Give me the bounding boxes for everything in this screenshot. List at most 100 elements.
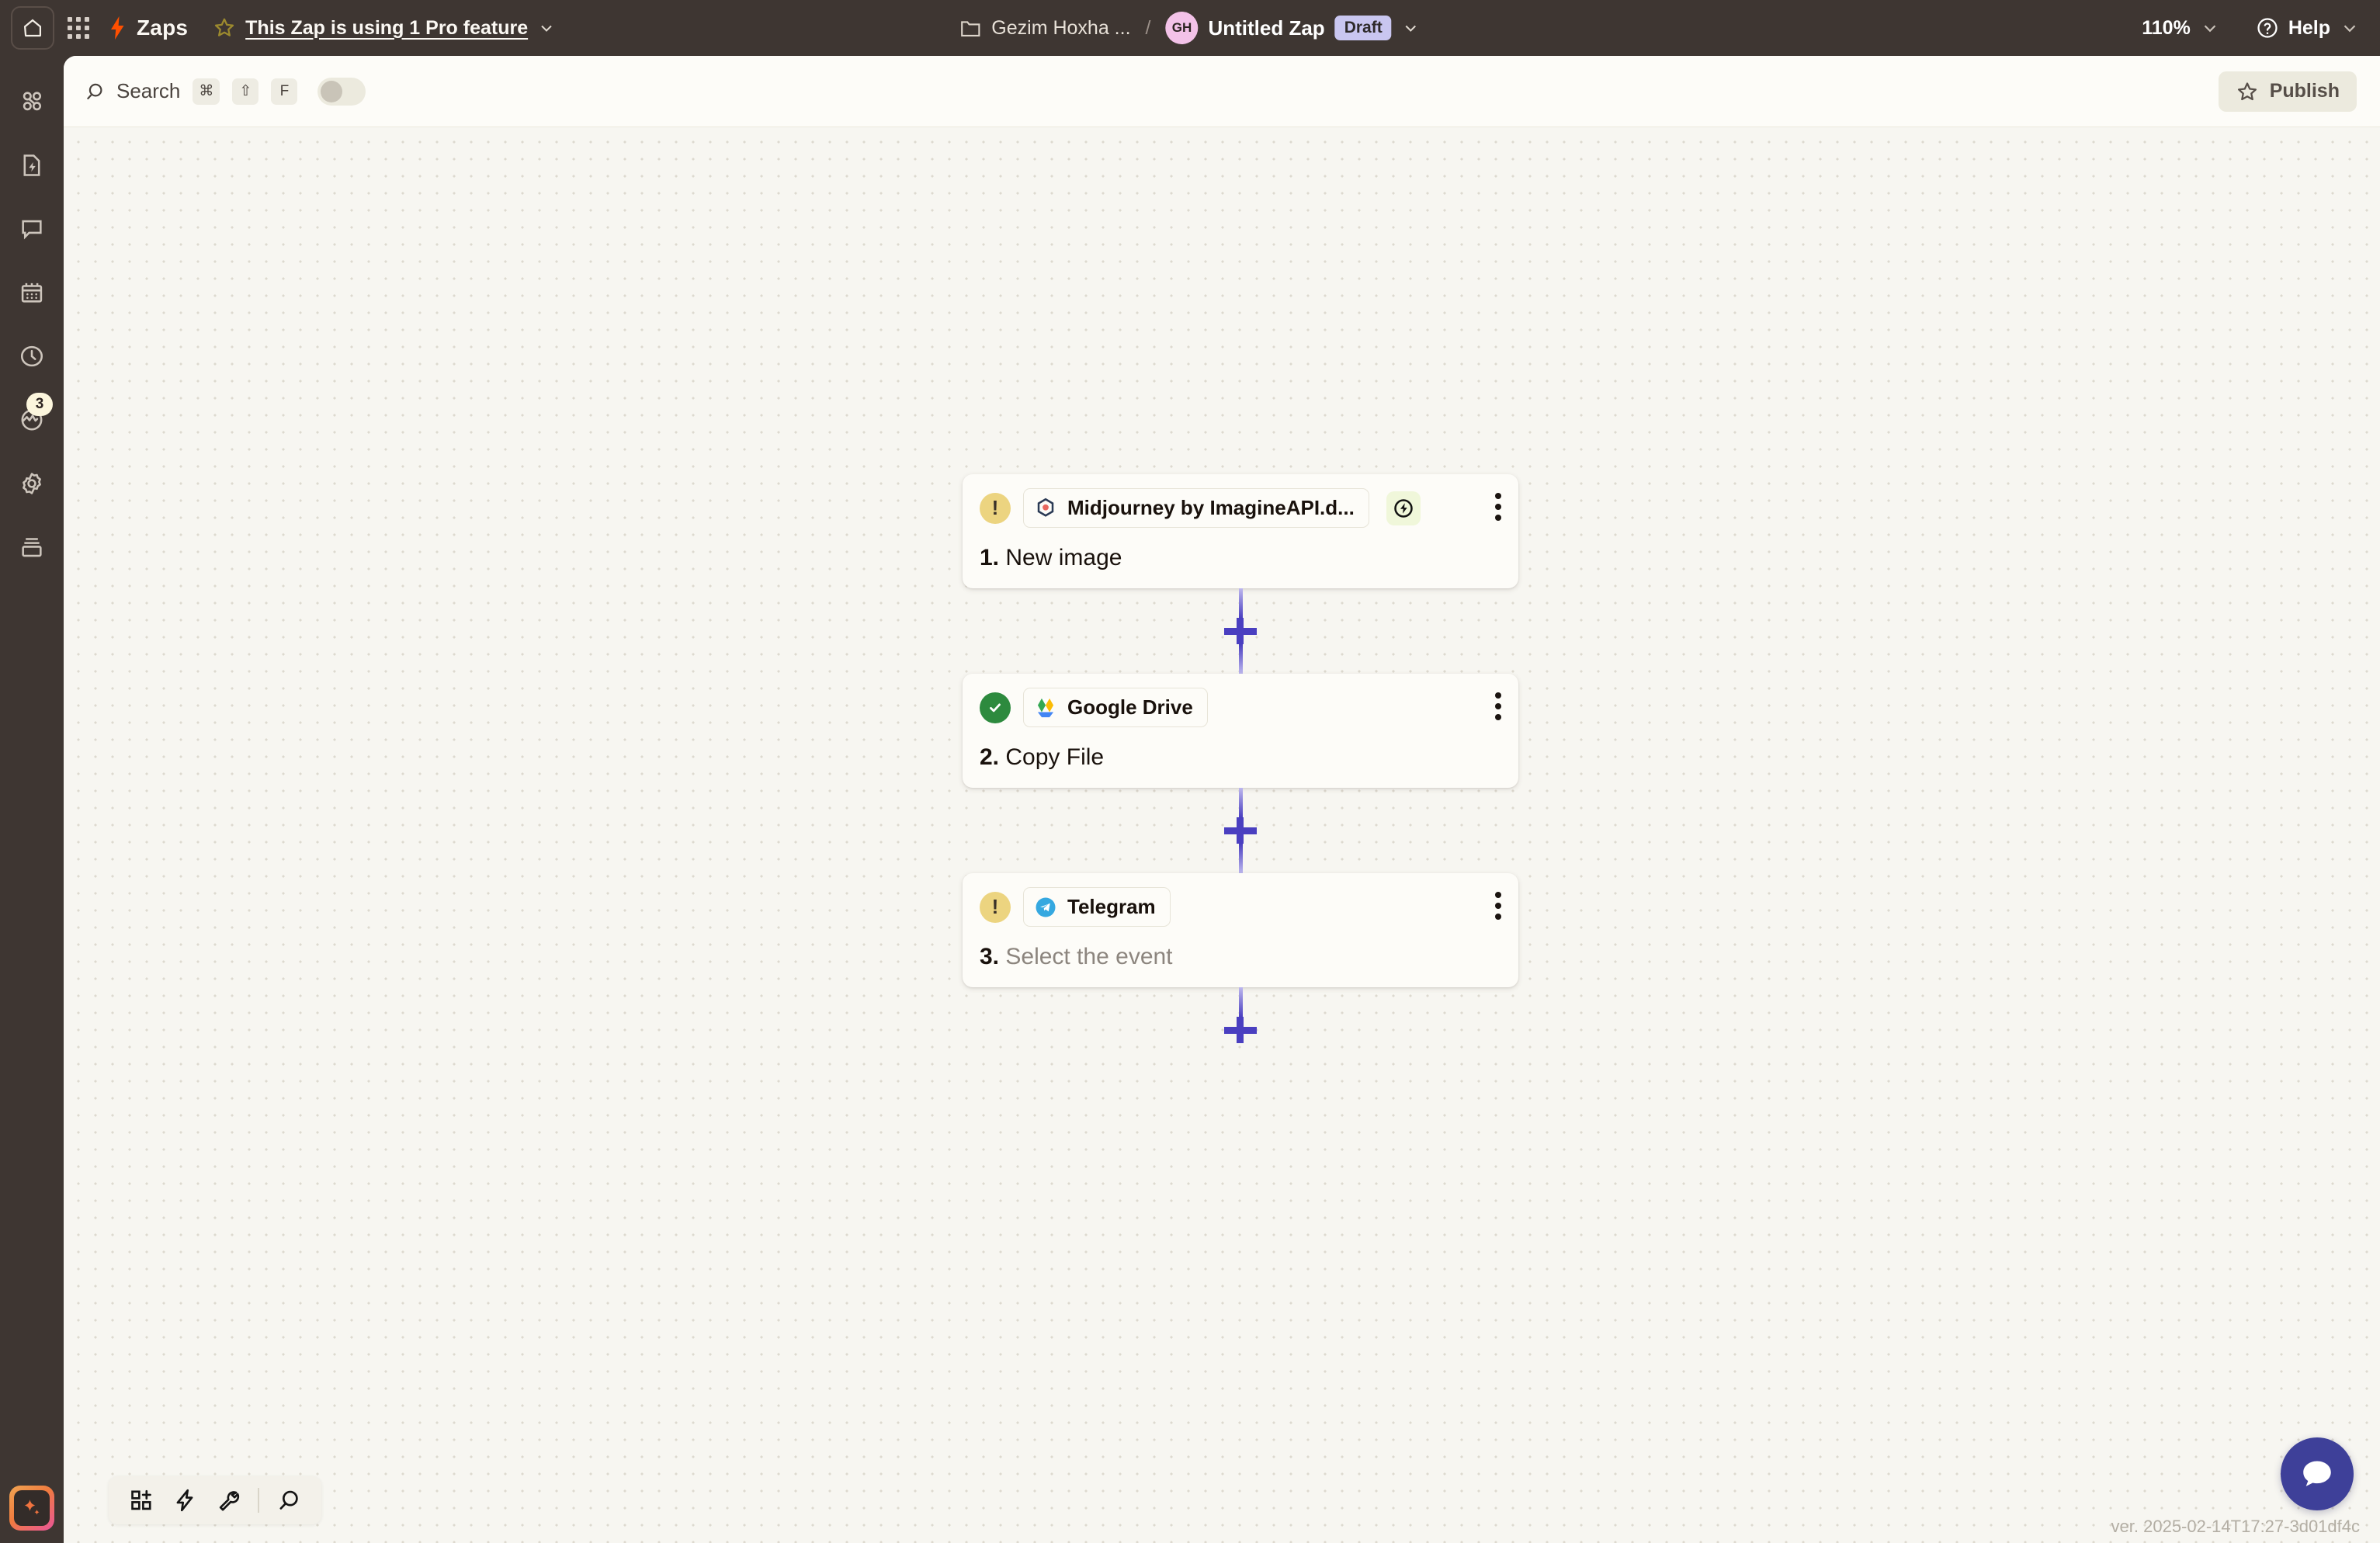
pro-feature-link[interactable]: This Zap is using 1 Pro feature	[245, 17, 528, 40]
sidebar-item-tables[interactable]	[9, 525, 54, 570]
app-selector-chip[interactable]: Telegram	[1023, 887, 1171, 927]
step-number: 1.	[980, 545, 1000, 570]
step-header: ! Midjourney by ImagineAPI.d...	[980, 488, 1501, 528]
add-block-icon	[131, 1489, 151, 1510]
step-title: 3. Select the event	[980, 944, 1501, 970]
step-event-name: Select the event	[1005, 944, 1173, 969]
zap-breadcrumb: Gezim Hoxha ... / GH Untitled Zap Draft	[959, 12, 1420, 44]
search-label: Search	[116, 79, 181, 102]
step-number: 3.	[980, 944, 1000, 969]
database-icon	[22, 538, 42, 557]
version-label: ver. 2025-02-14T17:27-3d01df4c	[2111, 1517, 2360, 1536]
add-block-button[interactable]	[120, 1479, 163, 1522]
pro-feature-notice[interactable]: This Zap is using 1 Pro feature	[213, 16, 556, 40]
search-icon	[87, 83, 102, 99]
search-toggle[interactable]	[317, 77, 366, 106]
app-selector-chip[interactable]: Midjourney by ImagineAPI.d...	[1023, 488, 1369, 528]
add-step-button[interactable]	[1224, 618, 1257, 644]
support-chat-button[interactable]	[2281, 1437, 2354, 1510]
zoom-level-label: 110%	[2142, 16, 2191, 39]
sidebar-activity-badge: 3	[26, 393, 53, 416]
zap-step-card[interactable]: Google Drive 2. Copy File	[963, 674, 1518, 788]
sidebar-item-history[interactable]	[9, 334, 54, 379]
kebab-menu-icon	[1495, 892, 1501, 898]
chevron-down-icon[interactable]	[537, 19, 556, 37]
zap-step-card[interactable]: ! Telegram 3. Select the event	[963, 873, 1518, 987]
sidebar-item-settings[interactable]	[9, 461, 54, 506]
search-control[interactable]: Search ⌘ ⇧ F	[84, 77, 366, 106]
main-panel: Search ⌘ ⇧ F Publish ! Midjourney by Ima…	[64, 56, 2380, 1543]
top-bar-left: Zaps This Zap is using 1 Pro feature	[0, 6, 556, 50]
chevron-down-icon[interactable]	[1402, 19, 1421, 37]
zaps-nav[interactable]: Zaps	[107, 16, 188, 40]
folder-name[interactable]: Gezim Hoxha ...	[991, 17, 1130, 40]
sidebar-item-calendar[interactable]	[9, 270, 54, 315]
folder-icon	[961, 21, 980, 36]
zap-step-card[interactable]: ! Midjourney by ImagineAPI.d... 1. New i…	[963, 474, 1518, 588]
add-step-button[interactable]	[1224, 817, 1257, 844]
add-step-button[interactable]	[1224, 1017, 1257, 1043]
trigger-type-badge[interactable]	[1386, 491, 1421, 525]
zaps-label: Zaps	[137, 16, 189, 40]
lightning-icon	[111, 16, 124, 40]
sidebar-item-apps[interactable]	[9, 79, 54, 124]
step-title: 2. Copy File	[980, 744, 1501, 771]
home-icon	[23, 19, 42, 37]
help-label: Help	[2288, 16, 2330, 39]
connector-line-top	[1239, 788, 1243, 817]
chevron-down-icon	[2344, 25, 2356, 33]
connector-line-bottom	[1239, 844, 1243, 873]
status-badge-success	[980, 692, 1011, 723]
breadcrumb-separator: /	[1145, 16, 1151, 39]
home-button[interactable]	[11, 6, 54, 50]
app-selector-chip[interactable]: Google Drive	[1023, 688, 1208, 727]
zoom-control[interactable]: 110%	[2142, 17, 2220, 40]
lightning-circle-icon	[1394, 498, 1413, 518]
toolbar-divider	[258, 1488, 259, 1513]
sidebar-item-activity[interactable]: 3	[9, 393, 54, 442]
zap-document-icon	[23, 154, 40, 176]
zap-canvas[interactable]: ! Midjourney by ImagineAPI.d... 1. New i…	[64, 127, 2380, 1543]
app-grid-icon	[68, 17, 89, 39]
canvas-search-bar: Search ⌘ ⇧ F Publish	[64, 56, 2380, 127]
publish-button[interactable]: Publish	[2218, 71, 2357, 112]
kebab-menu-icon	[1495, 493, 1501, 499]
page-title[interactable]: Untitled Zap	[1208, 16, 1324, 40]
avatar[interactable]: GH	[1165, 12, 1199, 44]
status-badge: Draft	[1334, 16, 1392, 40]
tools-button[interactable]	[206, 1479, 250, 1522]
kebab-menu-icon	[1495, 692, 1501, 699]
sidebar-item-zap-history[interactable]	[9, 143, 54, 188]
sidebar-item-chat[interactable]	[9, 206, 54, 251]
step-header: Google Drive	[980, 688, 1501, 727]
app-name-label: Midjourney by ImagineAPI.d...	[1067, 496, 1355, 519]
step-header: ! Telegram	[980, 887, 1501, 927]
chat-bubble-icon	[2303, 1461, 2331, 1486]
step-menu-button[interactable]	[1495, 892, 1501, 920]
step-title: 1. New image	[980, 545, 1501, 571]
check-circle-icon	[990, 703, 1001, 712]
connector-line-top	[1239, 588, 1243, 618]
step-menu-button[interactable]	[1495, 692, 1501, 720]
zap-flow: ! Midjourney by ImagineAPI.d... 1. New i…	[963, 474, 1518, 1073]
step-connector-tail	[963, 987, 1518, 1073]
app-switcher-button[interactable]	[54, 6, 102, 50]
zap-tool-button[interactable]	[163, 1479, 206, 1522]
clock-icon	[20, 345, 43, 367]
help-menu[interactable]: Help	[2256, 16, 2360, 40]
app-name-label: Telegram	[1067, 895, 1156, 918]
star-icon	[2237, 81, 2257, 100]
status-badge-warning: !	[980, 891, 1011, 923]
ai-sparkle-button[interactable]	[9, 1486, 54, 1531]
calendar-icon	[21, 283, 43, 303]
step-menu-button[interactable]	[1495, 493, 1501, 521]
gear-icon	[23, 473, 41, 494]
telegram-icon	[1036, 897, 1056, 917]
shortcut-key-shift: ⇧	[232, 78, 259, 105]
sidebar: 3	[0, 56, 64, 1543]
status-badge-warning: !	[980, 492, 1011, 524]
chat-bubble-icon	[22, 220, 42, 240]
publish-label: Publish	[2269, 80, 2340, 102]
zoom-search-button[interactable]	[267, 1479, 311, 1522]
wrench-icon	[219, 1491, 240, 1511]
